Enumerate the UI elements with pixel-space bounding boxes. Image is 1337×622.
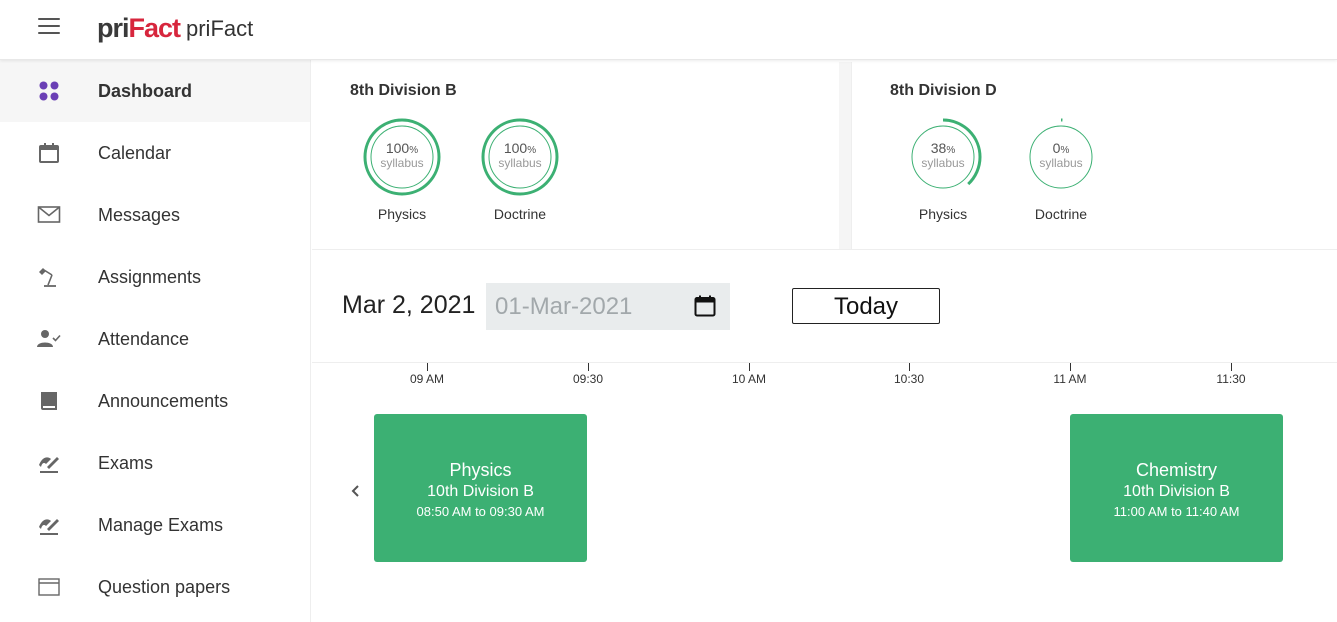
timeline-tick-label: 10:30 [893,372,925,386]
timeline-tick-label: 09:30 [572,372,604,386]
subject-label: Doctrine [493,206,547,222]
timeline-tick-label: 11 AM [1053,372,1087,386]
sidebar-item-label: Exams [98,453,154,473]
envelope-icon [37,206,61,223]
event-subject: Physics [449,460,512,480]
exam-pen-icon [39,457,59,473]
chevron-left-icon[interactable] [347,482,363,500]
syllabus-ring[interactable]: 100% syllabus [480,117,560,197]
syllabus-ring[interactable]: 0% syllabus [1021,117,1101,197]
subject-label: Doctrine [1034,206,1088,222]
card-title: 8th Division B [350,82,457,99]
timeline-tick [588,363,589,371]
timeline-tick [749,363,750,371]
sidebar-item-question-papers[interactable]: Question papers [0,556,310,618]
event-class: 10th Division B [427,483,534,500]
book-icon [41,392,57,410]
date-picker-input[interactable]: 01-Mar-2021 [486,283,730,330]
timeline-tick [427,363,428,371]
ring-subtext: syllabus [380,156,424,170]
event-class: 10th Division B [1123,483,1230,500]
division-card: 8th Division D 38% syllabus Physics 0% s… [851,62,1337,249]
sidebar-item-label: Dashboard [98,81,193,101]
event-subject: Chemistry [1135,460,1217,480]
schedule-event[interactable]: Physics 10th Division B 08:50 AM to 09:3… [374,414,587,562]
app-logo: priFact [97,13,181,43]
sidebar-item-exams[interactable]: Exams [0,432,310,494]
card-divider [839,62,851,249]
timeline-tick-label: 10 AM [731,372,767,386]
sidebar-item-label: Calendar [98,143,172,163]
sidebar-item-label: Messages [98,205,181,225]
sidebar-item-messages[interactable]: Messages [0,184,310,246]
ring-subtext: syllabus [1039,156,1083,170]
calendar-icon [39,143,59,163]
window-icon [38,578,60,596]
desk-lamp-icon [39,268,56,287]
timeline-tick-label: 11:30 [1216,372,1246,386]
calendar-picker-icon[interactable] [693,294,717,318]
exam-pen-icon [39,519,59,535]
date-input-value: 01-Mar-2021 [495,293,633,320]
timeline-tick [1231,363,1232,371]
sidebar-item-calendar[interactable]: Calendar [0,122,310,184]
card-title: 8th Division D [890,82,997,99]
ring-percent: 100% [503,140,537,156]
current-date: Mar 2, 2021 [342,291,476,319]
person-check-icon [37,330,61,347]
sidebar-item-label: Question papers [98,577,231,597]
ring-percent: 100% [385,140,419,156]
timeline-tick-label: 09 AM [409,372,445,386]
sidebar-item-dashboard[interactable]: Dashboard [0,60,310,122]
timeline-tick [1070,363,1071,371]
timeline-tick [909,363,910,371]
dashboard-icon [39,81,59,101]
sidebar-item-assignments[interactable]: Assignments [0,246,310,308]
syllabus-ring[interactable]: 100% syllabus [362,117,442,197]
sidebar: Dashboard Calendar Messages Assignments [0,60,311,622]
ring-percent: 0% [1052,140,1070,156]
event-time: 11:00 AM to 11:40 AM [1113,504,1240,519]
division-card: 8th Division B 100% syllabus Physics 100… [312,62,839,249]
ring-subtext: syllabus [498,156,542,170]
event-time: 08:50 AM to 09:30 AM [416,504,545,519]
syllabus-ring[interactable]: 38% syllabus [903,117,983,197]
sidebar-item-label: Manage Exams [98,515,224,535]
sidebar-item-announcements[interactable]: Announcements [0,370,310,432]
sidebar-item-label: Assignments [98,267,202,287]
sidebar-item-label: Attendance [98,329,190,349]
today-button[interactable]: Today [792,288,940,324]
timeline-divider [312,362,1337,363]
subject-label: Physics [918,206,968,222]
app-brand-name: priFact [186,16,254,41]
ring-subtext: syllabus [921,156,965,170]
subject-label: Physics [377,206,427,222]
app-header: priFact priFact [0,0,1337,60]
schedule-event[interactable]: Chemistry 10th Division B 11:00 AM to 11… [1070,414,1283,562]
sidebar-item-manage-exams[interactable]: Manage Exams [0,494,310,556]
sidebar-item-label: Announcements [98,391,229,411]
syllabus-cards: 8th Division B 100% syllabus Physics 100… [312,62,1337,250]
menu-icon[interactable] [38,17,62,35]
sidebar-item-attendance[interactable]: Attendance [0,308,310,370]
ring-percent: 38% [930,140,956,156]
